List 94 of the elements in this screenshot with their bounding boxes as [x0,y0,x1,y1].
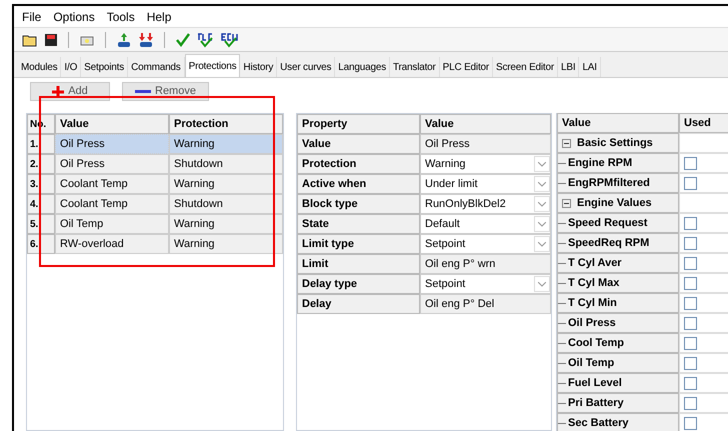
row-number: 5. [27,214,55,234]
column-header: Value [420,114,551,134]
checkbox[interactable] [684,336,697,350]
chevron-down-icon [538,182,546,186]
checkbox[interactable] [684,316,697,330]
table-cell[interactable]: Coolant Temp [55,174,169,194]
dropdown[interactable]: Setpoint [420,274,551,294]
chevron-down-icon [538,222,546,226]
tree-item[interactable]: T Cyl Min [557,293,679,313]
checkbox[interactable] [684,256,697,270]
checkbox[interactable] [684,276,697,290]
column-header: Protection [169,114,283,134]
tree-item[interactable]: Sec Battery [557,413,679,431]
row-number: 4. [27,194,55,214]
tree-item[interactable]: Cool Temp [557,333,679,353]
table-cell[interactable]: Shutdown [169,194,283,214]
collapse-icon[interactable] [562,138,571,148]
column-header: Value [55,114,169,134]
property-name: Limit type [297,234,420,254]
table-cell: Oil eng P° wrn [420,254,551,274]
column-header: Property [297,114,420,134]
property-name: Active when [297,174,420,194]
checkbox[interactable] [684,376,697,390]
table-cell[interactable]: RW-overload [55,234,169,254]
column-header: Used [679,113,728,133]
row-number: 6. [27,234,55,254]
table-cell[interactable]: Oil Press [55,134,169,154]
table-cell: Oil Press [420,134,551,154]
table-cell[interactable]: Shutdown [169,154,283,174]
chevron-down-icon [538,242,546,246]
property-name: Delay type [297,274,420,294]
property-name: State [297,214,420,234]
table-cell[interactable]: Oil Press [55,154,169,174]
tree-item[interactable]: SpeedReq RPM [557,233,679,253]
checkbox[interactable] [684,176,697,190]
row-number: 3. [27,174,55,194]
column-header: Value [557,113,679,133]
menu-item[interactable]: Tools [106,8,135,26]
property-name: Protection [297,154,420,174]
plc-check-icon[interactable] [197,32,215,48]
dropdown[interactable]: Warning [420,154,551,174]
table-cell: Oil eng P° Del [420,294,551,314]
dropdown[interactable]: Setpoint [420,234,551,254]
checkbox[interactable] [684,156,697,170]
save-icon[interactable] [44,32,58,46]
table-cell[interactable]: Oil Temp [55,214,169,234]
table-cell[interactable]: Warning [169,174,283,194]
chevron-down-icon [538,202,546,206]
tree-group[interactable]: Engine Values [557,193,679,213]
table-cell[interactable]: Warning [169,214,283,234]
row-number: 1. [27,134,55,154]
download-icon[interactable] [138,32,154,48]
folder-icon[interactable] [22,32,38,46]
menu-item[interactable]: File [22,8,42,26]
checkbox[interactable] [684,216,697,230]
table-cell[interactable]: Warning [169,134,283,154]
chevron-down-icon [538,162,546,166]
tab[interactable]: Translator [390,57,440,77]
table-cell[interactable]: Coolant Temp [55,194,169,214]
property-name: Value [297,134,420,154]
menu-item[interactable]: Help [146,8,172,26]
tree-item[interactable]: Fuel Level [557,373,679,393]
property-name: Limit [297,254,420,274]
plus-icon [52,86,64,98]
add-button[interactable]: Add [30,82,110,101]
dropdown[interactable]: Under limit [420,174,551,194]
table-cell[interactable]: Warning [169,234,283,254]
tree-item[interactable]: Speed Request [557,213,679,233]
checkbox[interactable] [684,296,697,310]
collapse-icon[interactable] [562,198,571,208]
checkbox[interactable] [684,236,697,250]
checkbox[interactable] [684,396,697,410]
upload-icon[interactable] [116,32,132,48]
tree-item[interactable]: Oil Temp [557,353,679,373]
tree-item[interactable]: Pri Battery [557,393,679,413]
tab[interactable]: Protections [184,54,240,77]
tree-group[interactable]: Basic Settings [557,133,679,153]
dropdown[interactable]: Default [420,214,551,234]
tree-item[interactable]: Engine RPM [557,153,679,173]
row-number: 2. [27,154,55,174]
check-icon[interactable] [175,32,191,48]
tree-item[interactable]: EngRPMfiltered [557,173,679,193]
property-name: Delay [297,294,420,314]
checkbox[interactable] [684,356,697,370]
dropdown[interactable]: RunOnlyBlkDel2 [420,194,551,214]
chevron-down-icon [538,282,546,286]
tree-item[interactable]: T Cyl Aver [557,253,679,273]
property-name: Block type [297,194,420,214]
tree-item[interactable]: T Cyl Max [557,273,679,293]
minus-icon [135,90,151,94]
checkbox[interactable] [684,416,697,430]
ecu-check-icon[interactable] [221,32,239,48]
tree-item[interactable]: Oil Press [557,313,679,333]
menu-item[interactable]: Options [53,8,95,26]
